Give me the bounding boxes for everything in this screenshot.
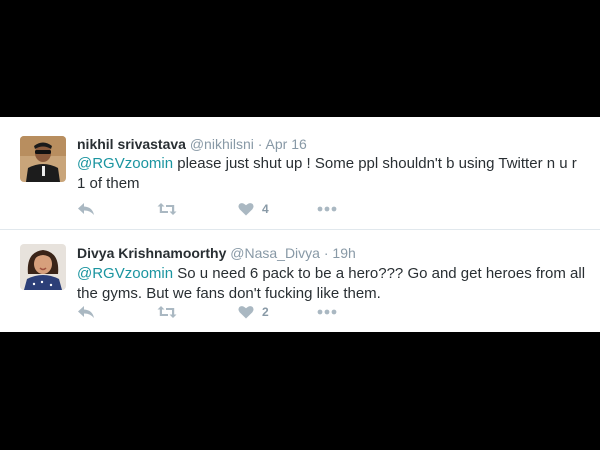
more-button[interactable] xyxy=(317,199,337,219)
tweet[interactable]: Divya Krishnamoorthy @Nasa_Divya · 19h @… xyxy=(0,230,600,332)
tweet-header: Divya Krishnamoorthy @Nasa_Divya · 19h xyxy=(77,245,356,262)
tweet-list: nikhil srivastava @nikhilsni · Apr 16 @R… xyxy=(0,117,600,332)
reply-icon xyxy=(78,203,94,215)
timestamp[interactable]: Apr 16 xyxy=(266,136,307,152)
reply-button[interactable] xyxy=(77,199,95,219)
like-button[interactable]: 2 xyxy=(238,302,269,322)
tweet-header: nikhil srivastava @nikhilsni · Apr 16 xyxy=(77,136,307,153)
timestamp[interactable]: 19h xyxy=(332,245,355,261)
separator: · xyxy=(323,245,329,261)
tweet-actions: 4 xyxy=(77,199,377,219)
tweet-actions: 2 xyxy=(77,302,377,322)
reply-button[interactable] xyxy=(77,302,95,322)
separator: · xyxy=(257,136,263,152)
top-black-band xyxy=(0,0,600,117)
tweet[interactable]: nikhil srivastava @nikhilsni · Apr 16 @R… xyxy=(0,117,600,229)
reply-icon xyxy=(78,306,94,318)
more-icon xyxy=(317,206,337,212)
avatar[interactable] xyxy=(20,136,66,182)
retweet-button[interactable] xyxy=(157,199,177,219)
author-name[interactable]: Divya Krishnamoorthy xyxy=(77,245,226,261)
bottom-black-band xyxy=(0,332,600,450)
retweet-button[interactable] xyxy=(157,302,177,322)
mention-link[interactable]: @RGVzoomin xyxy=(77,155,173,172)
retweet-icon xyxy=(157,306,177,318)
tweet-text: @RGVzoomin please just shut up ! Some pp… xyxy=(77,154,587,194)
like-button[interactable]: 4 xyxy=(238,199,269,219)
avatar[interactable] xyxy=(20,244,66,290)
more-icon xyxy=(317,309,337,315)
heart-icon xyxy=(238,203,254,216)
like-count: 2 xyxy=(262,305,269,319)
heart-icon xyxy=(238,306,254,319)
retweet-icon xyxy=(157,203,177,215)
mention-link[interactable]: @RGVzoomin xyxy=(77,265,173,282)
author-handle[interactable]: @Nasa_Divya xyxy=(230,245,320,261)
author-name[interactable]: nikhil srivastava xyxy=(77,136,186,152)
like-count: 4 xyxy=(262,202,269,216)
tweet-text: @RGVzoomin So u need 6 pack to be a hero… xyxy=(77,264,587,304)
more-button[interactable] xyxy=(317,302,337,322)
author-handle[interactable]: @nikhilsni xyxy=(190,136,254,152)
